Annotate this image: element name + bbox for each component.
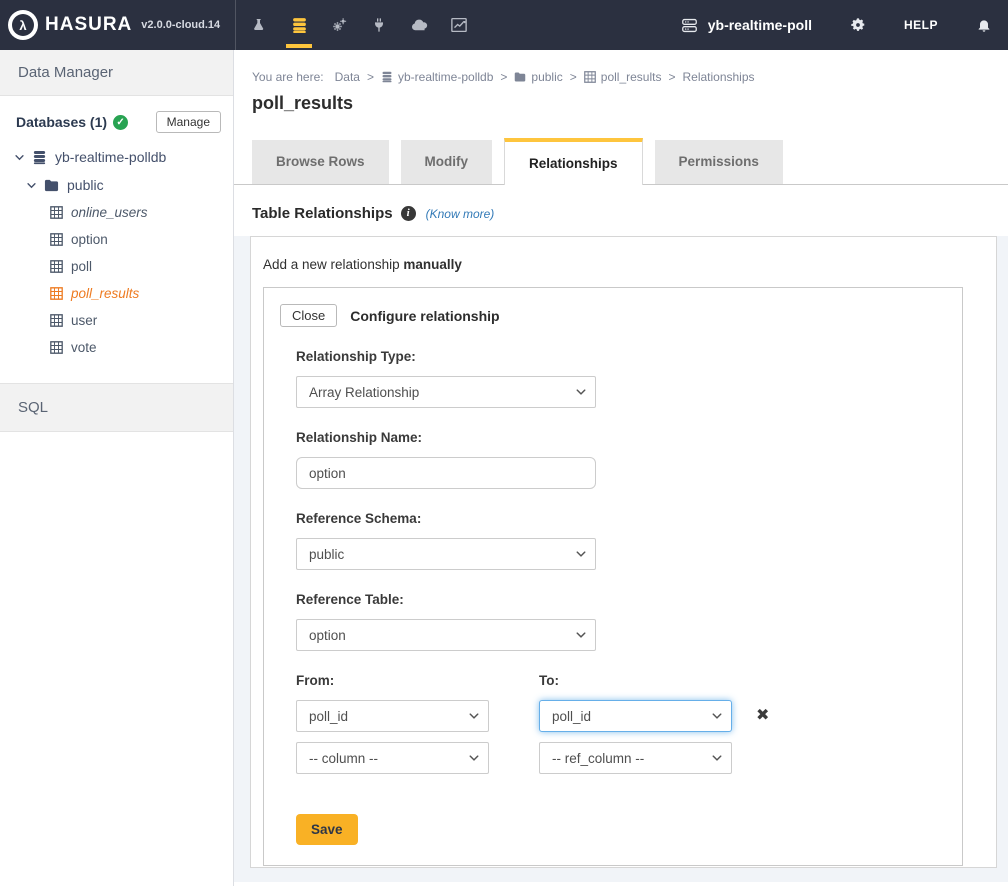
from-column-select[interactable]: poll_id xyxy=(296,700,489,732)
nav-icon-bar xyxy=(235,0,479,50)
database-name: yb-realtime-polldb xyxy=(55,149,166,165)
relationship-name-input[interactable] xyxy=(296,457,596,489)
table-grid-icon xyxy=(50,233,63,246)
section-header: Table Relationships i (Know more) xyxy=(252,205,1008,222)
databases-header: Databases (1) ✓ Manage xyxy=(0,96,233,143)
from-label: From: xyxy=(296,673,489,688)
add-relationship-text: Add a new relationship manually xyxy=(263,257,982,272)
tab-browse-rows[interactable]: Browse Rows xyxy=(252,140,389,184)
notifications-bell-icon[interactable] xyxy=(976,17,992,33)
table-grid-icon xyxy=(50,341,63,354)
table-grid-icon xyxy=(50,287,63,300)
table-grid-icon xyxy=(50,260,63,273)
manage-button[interactable]: Manage xyxy=(156,111,221,133)
database-icon xyxy=(381,71,393,83)
reference-table-field: Reference Table: option xyxy=(296,592,962,651)
breadcrumb: You are here: Data > yb-realtime-polldb … xyxy=(252,70,1008,84)
sidebar-item-table-option[interactable]: option xyxy=(0,226,233,253)
main-content: You are here: Data > yb-realtime-polldb … xyxy=(234,50,1008,886)
save-button[interactable]: Save xyxy=(296,814,358,845)
table-grid-icon xyxy=(584,71,596,83)
sidebar-item-table-poll[interactable]: poll xyxy=(0,253,233,280)
brand-name: HASURA xyxy=(45,14,132,36)
sidebar-item-table-user[interactable]: user xyxy=(0,307,233,334)
tab-relationships[interactable]: Relationships xyxy=(504,138,643,185)
to-column: To: poll_id ✖ xyxy=(539,673,769,774)
breadcrumb-table[interactable]: poll_results xyxy=(601,70,662,84)
configure-relationship-panel: Close Configure relationship Relationshi… xyxy=(263,287,963,866)
settings-gear-icon[interactable] xyxy=(850,17,866,33)
chevron-down-icon[interactable] xyxy=(14,152,25,163)
breadcrumb-data[interactable]: Data xyxy=(335,70,360,84)
version-label: v2.0.0-cloud.14 xyxy=(141,19,220,31)
reference-table-label: Reference Table: xyxy=(296,592,962,607)
db-connected-check-icon: ✓ xyxy=(113,115,128,130)
project-name[interactable]: yb-realtime-poll xyxy=(708,17,812,33)
breadcrumb-prefix: You are here: xyxy=(252,70,324,84)
schema-name: public xyxy=(67,177,104,193)
api-flask-icon[interactable] xyxy=(239,0,279,50)
events-cloud-icon[interactable] xyxy=(399,0,439,50)
to-ref-column-select[interactable]: poll_id xyxy=(539,700,732,732)
relationship-name-label: Relationship Name: xyxy=(296,430,962,445)
page-title: poll_results xyxy=(252,93,1008,114)
sidebar-item-table-poll_results[interactable]: poll_results xyxy=(0,280,233,307)
breadcrumb-database[interactable]: yb-realtime-polldb xyxy=(398,70,493,84)
sidebar-item-sql[interactable]: SQL xyxy=(0,383,233,432)
configure-title: Configure relationship xyxy=(350,308,499,324)
relationship-type-label: Relationship Type: xyxy=(296,349,962,364)
actions-gears-icon[interactable] xyxy=(319,0,359,50)
sidebar-item-database[interactable]: yb-realtime-polldb xyxy=(0,143,233,171)
to-label: To: xyxy=(539,673,769,688)
database-icon xyxy=(32,150,47,165)
section-title: Table Relationships xyxy=(252,205,393,222)
top-navbar: λ HASURA v2.0.0-cloud.14 yb-realtime-pol… xyxy=(0,0,1008,50)
reference-table-select[interactable]: option xyxy=(296,619,596,651)
sidebar-item-table-online_users[interactable]: online_users xyxy=(0,199,233,226)
hasura-logo-icon[interactable]: λ xyxy=(8,10,38,40)
reference-schema-field: Reference Schema: public xyxy=(296,511,962,570)
relationships-content: Add a new relationship manually Close Co… xyxy=(234,236,1008,882)
sidebar-item-table-vote[interactable]: vote xyxy=(0,334,233,361)
tab-bar: Browse Rows Modify Relationships Permiss… xyxy=(234,138,1008,185)
remove-mapping-icon[interactable]: ✖ xyxy=(756,708,769,724)
from-to-section: From: poll_id -- column -- xyxy=(296,673,962,774)
tab-permissions[interactable]: Permissions xyxy=(655,140,783,184)
breadcrumb-relationships[interactable]: Relationships xyxy=(682,70,754,84)
brand-area: λ HASURA v2.0.0-cloud.14 xyxy=(0,0,235,50)
relationship-type-field: Relationship Type: Array Relationship xyxy=(296,349,962,408)
relationship-type-select[interactable]: Array Relationship xyxy=(296,376,596,408)
sidebar-item-schema-public[interactable]: public xyxy=(0,171,233,199)
add-relationship-panel: Add a new relationship manually Close Co… xyxy=(250,236,997,868)
close-button[interactable]: Close xyxy=(280,304,337,327)
table-grid-icon xyxy=(50,206,63,219)
info-icon[interactable]: i xyxy=(401,206,416,221)
table-grid-icon xyxy=(50,314,63,327)
folder-icon xyxy=(514,71,526,83)
configure-header: Close Configure relationship xyxy=(280,304,962,327)
from-column-placeholder-select[interactable]: -- column -- xyxy=(296,742,489,774)
know-more-link[interactable]: (Know more) xyxy=(426,207,495,221)
tab-modify[interactable]: Modify xyxy=(401,140,493,184)
help-link[interactable]: HELP xyxy=(904,18,938,32)
folder-icon xyxy=(44,178,59,193)
relationship-form: Relationship Type: Array Relationship Re… xyxy=(296,349,962,845)
remote-schemas-plug-icon[interactable] xyxy=(359,0,399,50)
reference-schema-select[interactable]: public xyxy=(296,538,596,570)
sidebar-header-data-manager[interactable]: Data Manager xyxy=(0,50,233,96)
data-database-icon[interactable] xyxy=(279,0,319,50)
breadcrumb-schema[interactable]: public xyxy=(531,70,562,84)
chevron-down-icon[interactable] xyxy=(26,180,37,191)
reference-schema-label: Reference Schema: xyxy=(296,511,962,526)
sidebar: Data Manager Databases (1) ✓ Manage yb-r… xyxy=(0,50,234,886)
to-ref-column-placeholder-select[interactable]: -- ref_column -- xyxy=(539,742,732,774)
from-column: From: poll_id -- column -- xyxy=(296,673,489,774)
monitoring-chart-icon[interactable] xyxy=(439,0,479,50)
project-server-icon xyxy=(680,16,699,35)
databases-label: Databases (1) xyxy=(16,114,107,130)
relationship-name-field: Relationship Name: xyxy=(296,430,962,489)
navbar-right: yb-realtime-poll HELP xyxy=(680,0,1008,50)
